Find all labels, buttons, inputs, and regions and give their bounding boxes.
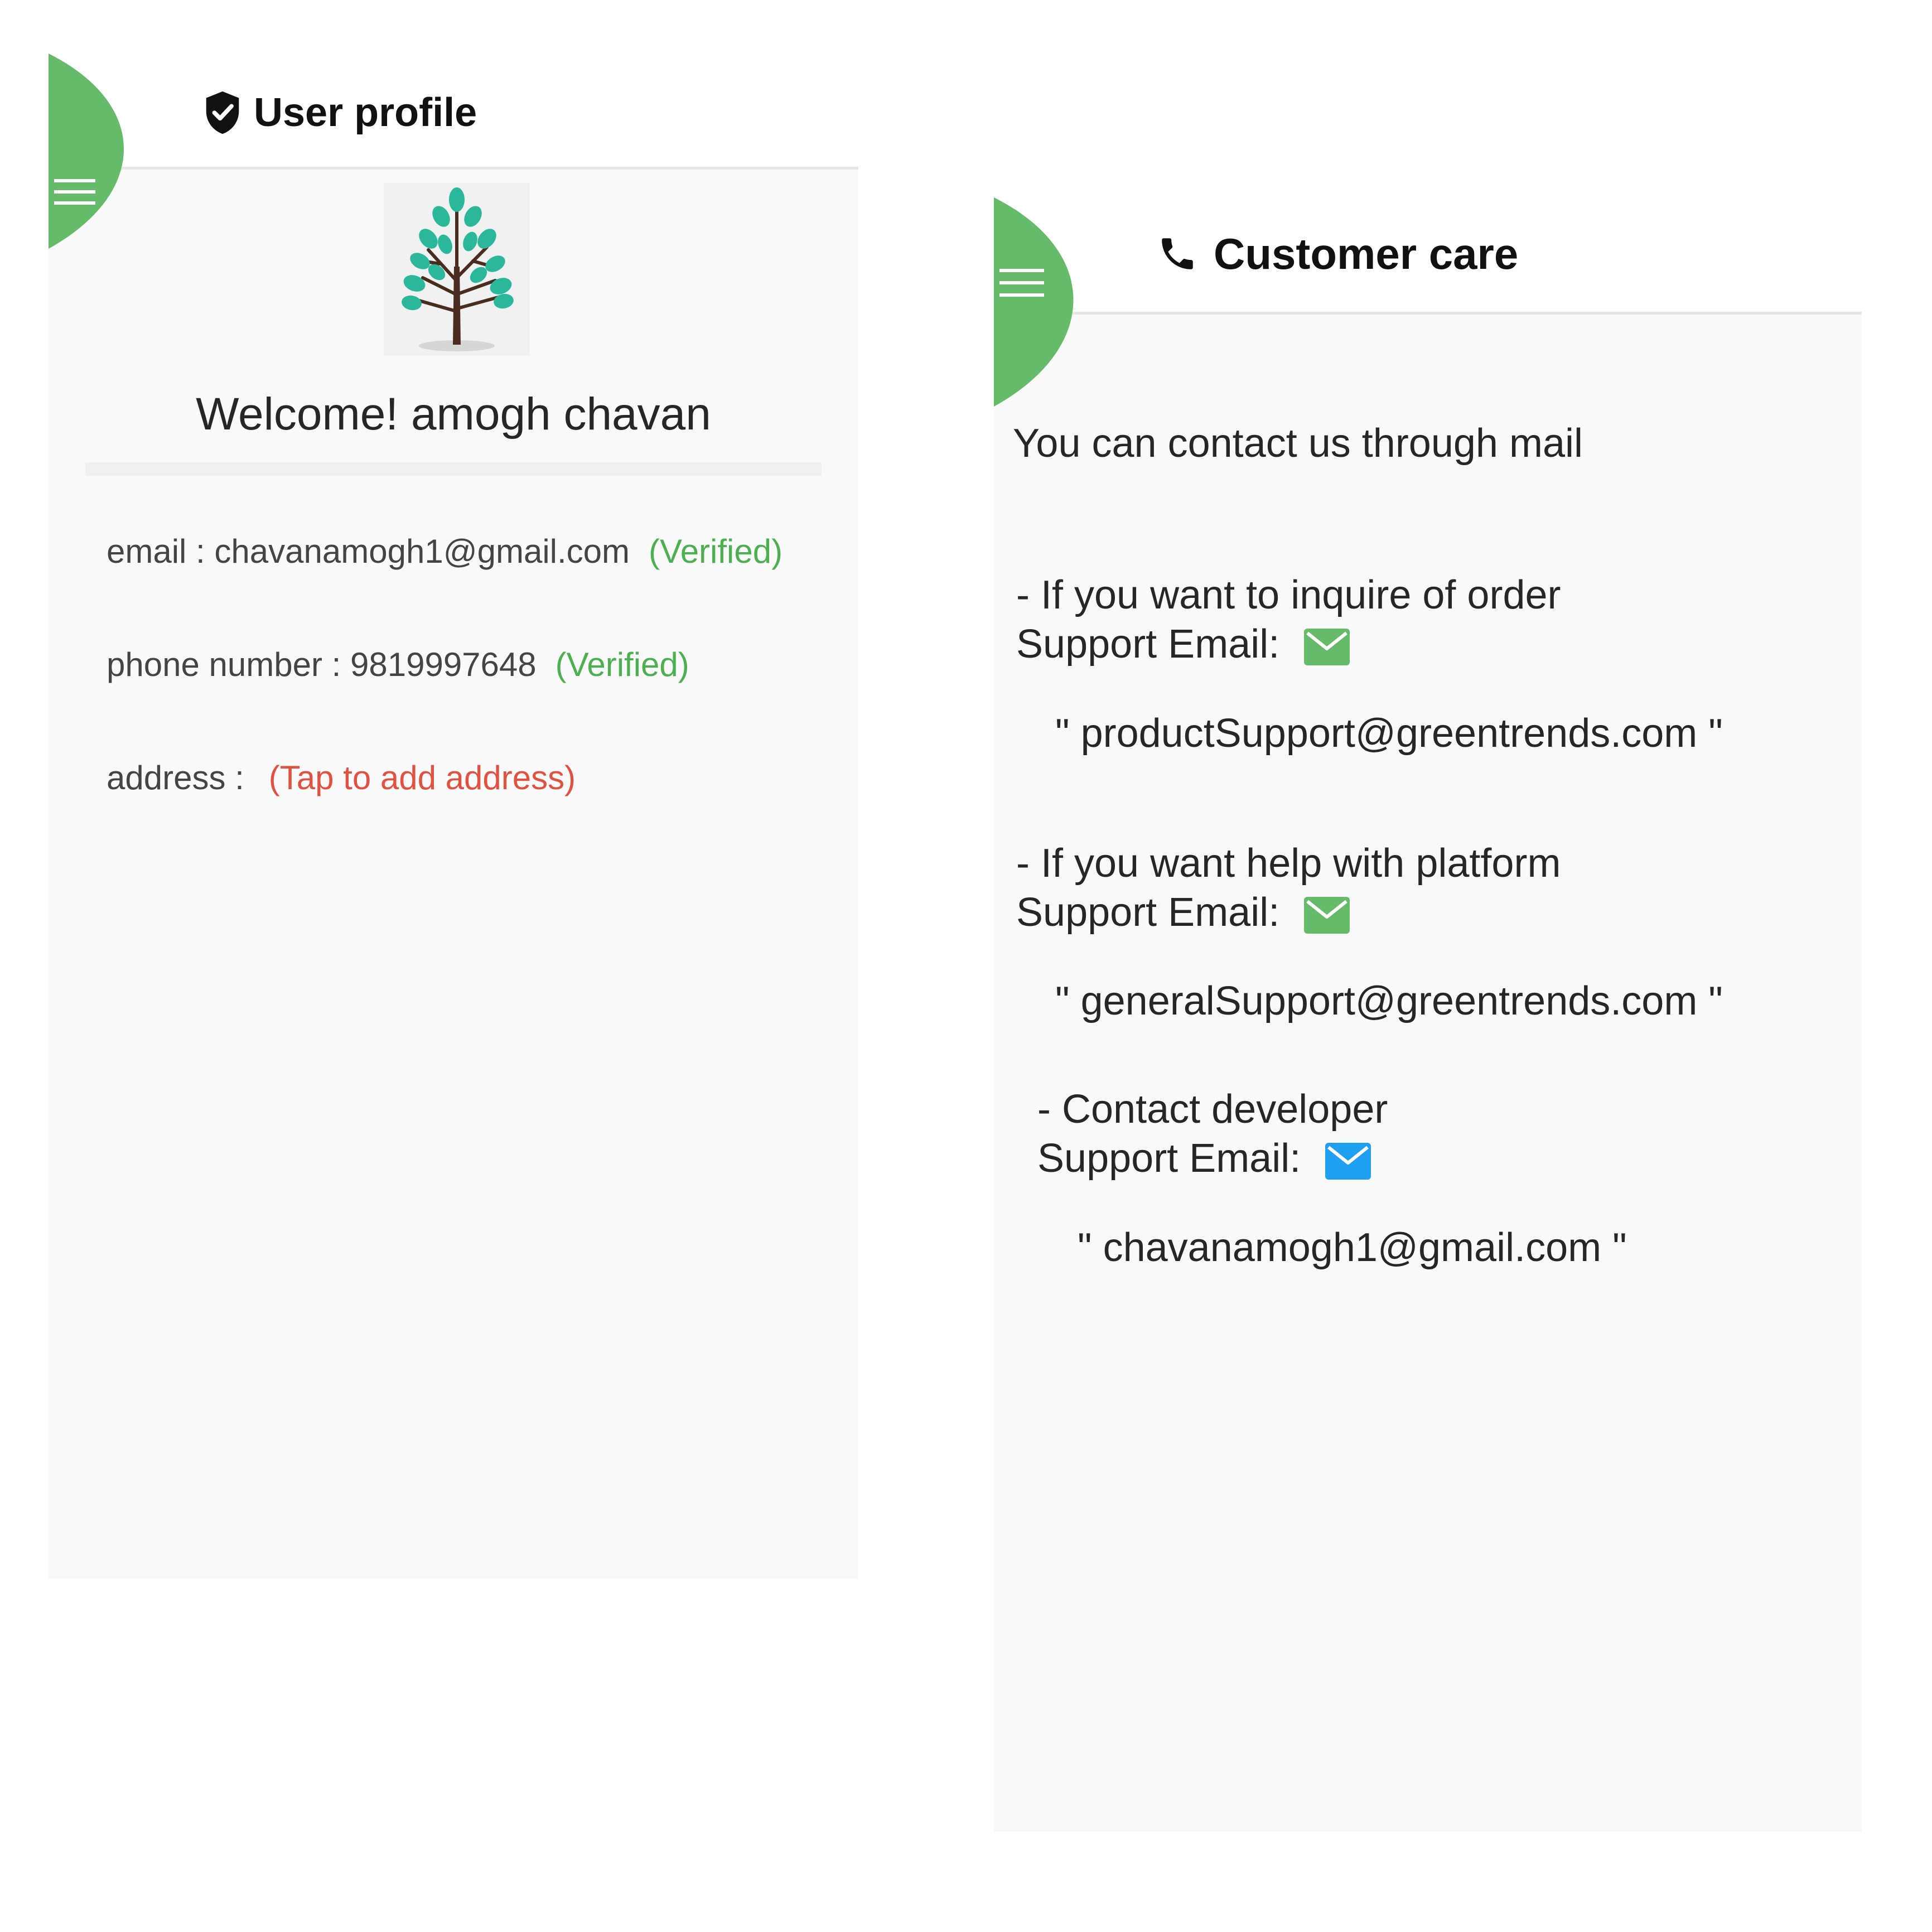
email-value: chavanamogh1@gmail.com [214,533,630,570]
phone-row: phone number : 9819997648 (Verified) [107,645,689,684]
add-address-link[interactable]: (Tap to add address) [269,759,576,796]
support-email-address[interactable]: " productSupport@greentrends.com " [1055,711,1723,756]
phone-icon [1162,238,1193,269]
support-email-row: Support Email: [1016,621,1350,667]
avatar [384,183,530,356]
support-email-label: Support Email: [1016,622,1280,666]
section-heading: - If you want to inquire of order [1016,573,1561,617]
divider [85,462,822,476]
support-email-address[interactable]: " generalSupport@greentrends.com " [1055,978,1723,1024]
mail-icon[interactable] [1325,1142,1371,1180]
drawer-leaf-background [49,54,124,249]
section-heading: - Contact developer [1037,1087,1388,1132]
intro-text: You can contact us through mail [1013,421,1583,466]
welcome-heading: Welcome! amogh chavan [196,389,711,439]
address-label: address : [107,759,244,796]
support-email-address[interactable]: " chavanamogh1@gmail.com " [1078,1225,1627,1271]
email-row: email : chavanamogh1@gmail.com (Verified) [107,532,783,571]
support-email-row: Support Email: [1037,1136,1371,1181]
shield-check-icon [206,91,239,134]
email-label: email : [107,533,215,570]
page-title: Customer care [1214,229,1519,278]
app-bar-title: Customer care [1157,226,1518,282]
support-email-row: Support Email: [1016,890,1350,935]
phone-label: phone number : [107,646,350,683]
phone-value: 9819997648 [350,646,537,683]
section-heading: - If you want help with platform [1016,841,1561,886]
support-email-label: Support Email: [1037,1136,1301,1181]
phone-status-badge: (Verified) [555,646,689,683]
page-title: User profile [254,90,477,135]
mail-icon[interactable] [1304,628,1350,665]
menu-icon[interactable] [54,179,95,207]
app-bar-title: User profile [202,85,477,141]
mail-icon[interactable] [1304,896,1350,934]
menu-icon[interactable] [999,269,1044,299]
customer-care-screen: Customer care You can contact us through… [994,197,1862,1832]
address-row: address : (Tap to add address) [107,759,576,797]
user-profile-screen: User profile Welcome! amogh chavan email… [49,54,858,1579]
tree-icon [402,187,514,351]
email-status-badge: (Verified) [649,533,783,570]
support-email-label: Support Email: [1016,890,1280,935]
drawer-leaf-background [994,197,1074,407]
